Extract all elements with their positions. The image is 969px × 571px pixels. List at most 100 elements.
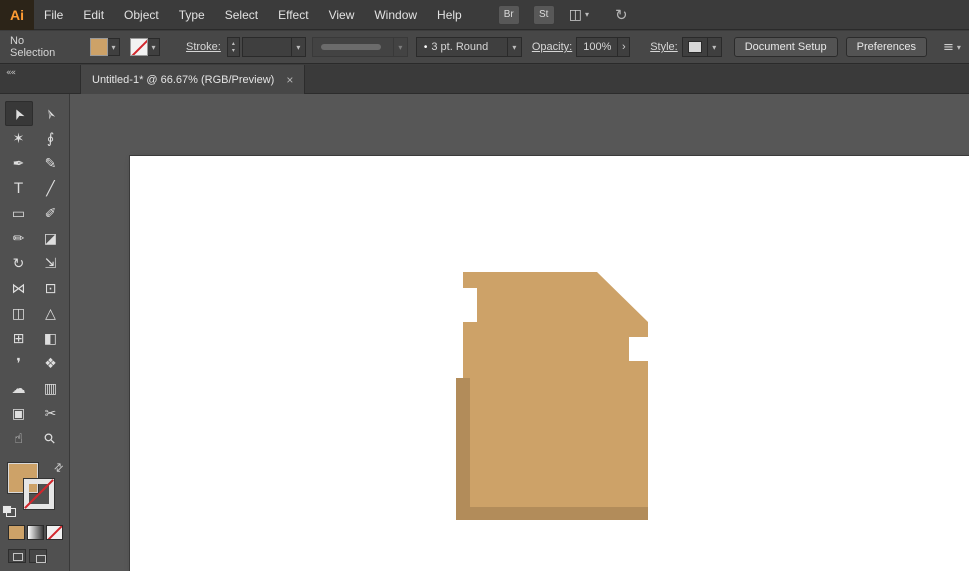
tab-close-icon[interactable]: × bbox=[286, 73, 293, 87]
width-tool[interactable]: ⋈ bbox=[5, 276, 33, 301]
main-menu: File Edit Object Type Select Effect View… bbox=[34, 0, 472, 29]
line-segment-tool[interactable]: ╱ bbox=[37, 176, 65, 201]
chevron-down-icon: ▾ bbox=[512, 42, 517, 52]
stroke-proxy-swatch[interactable] bbox=[24, 479, 54, 509]
selection-tool[interactable]: ➤ bbox=[4, 101, 33, 126]
style-label[interactable]: Style: bbox=[650, 41, 678, 53]
opacity-dropdown[interactable]: › bbox=[617, 38, 629, 56]
menu-edit[interactable]: Edit bbox=[73, 0, 114, 29]
sync-settings-icon[interactable]: ↻ bbox=[615, 6, 628, 24]
stroke-weight-dropdown[interactable]: ▾ bbox=[290, 38, 305, 56]
style-swatch bbox=[687, 41, 702, 53]
shape-builder-tool[interactable]: ◫ bbox=[5, 301, 33, 326]
stroke-dropdown-button[interactable]: ▾ bbox=[148, 38, 160, 56]
mesh-tool[interactable]: ⊞ bbox=[5, 326, 33, 351]
stock-button[interactable]: St bbox=[532, 4, 555, 25]
stroke-swatch-none[interactable] bbox=[130, 38, 148, 56]
draw-behind-button[interactable] bbox=[29, 549, 47, 563]
artboard-tool[interactable]: ▣ bbox=[5, 401, 33, 426]
direct-selection-tool[interactable]: ➢ bbox=[37, 101, 65, 126]
gradient-tool-icon: ◧ bbox=[43, 330, 58, 347]
opacity-value: 100% bbox=[583, 41, 612, 53]
magic-wand-tool[interactable]: ✶ bbox=[5, 126, 33, 151]
chevron-right-icon: › bbox=[621, 41, 626, 53]
menu-view[interactable]: View bbox=[319, 0, 365, 29]
column-graph-tool-icon: ▥ bbox=[43, 380, 58, 397]
opacity-combo[interactable]: 100% › bbox=[576, 37, 631, 57]
gradient-tool[interactable]: ◧ bbox=[37, 326, 65, 351]
perspective-grid-tool[interactable]: △ bbox=[37, 301, 65, 326]
artboard-tool-icon: ▣ bbox=[11, 405, 26, 422]
pencil-tool[interactable]: ✏ bbox=[5, 226, 33, 251]
stroke-label[interactable]: Stroke: bbox=[186, 41, 221, 53]
hand-tool[interactable]: ☝ bbox=[5, 426, 33, 451]
swap-fill-stroke-button[interactable]: ⇄ bbox=[51, 460, 67, 476]
blend-tool-icon: ❖ bbox=[44, 355, 57, 372]
color-button[interactable] bbox=[8, 525, 25, 540]
free-transform-tool[interactable]: ⊡ bbox=[37, 276, 65, 301]
menu-select[interactable]: Select bbox=[215, 0, 268, 29]
rectangle-tool[interactable]: ▭ bbox=[5, 201, 33, 226]
menu-object[interactable]: Object bbox=[114, 0, 169, 29]
stroke-weight-stepper[interactable]: ▴ ▾ bbox=[226, 37, 240, 57]
rotate-tool[interactable]: ↻ bbox=[5, 251, 33, 276]
type-tool[interactable]: T bbox=[5, 176, 33, 201]
style-dropdown[interactable]: ▾ bbox=[706, 38, 721, 56]
eraser-tool[interactable]: ◪ bbox=[37, 226, 65, 251]
gradient-button[interactable] bbox=[27, 525, 44, 540]
fill-color-control[interactable]: ▾ bbox=[90, 38, 120, 56]
chevron-down-icon: ▾ bbox=[111, 42, 116, 52]
blend-tool[interactable]: ❖ bbox=[37, 351, 65, 376]
artboard[interactable] bbox=[130, 156, 969, 571]
menu-file[interactable]: File bbox=[34, 0, 73, 29]
slice-tool-icon: ✂ bbox=[44, 405, 57, 422]
brush-dropdown[interactable]: ▾ bbox=[506, 38, 521, 56]
fill-dropdown-button[interactable]: ▾ bbox=[108, 38, 120, 56]
sd-card-body-shape[interactable] bbox=[463, 272, 648, 507]
eyedropper-tool[interactable]: ❜ bbox=[5, 351, 33, 376]
draw-normal-button[interactable] bbox=[8, 549, 26, 563]
zoom-tool[interactable]: ⚲ bbox=[37, 426, 65, 451]
rotate-tool-icon: ↻ bbox=[12, 255, 25, 272]
stroke-weight-combo[interactable]: ▾ bbox=[241, 37, 306, 57]
none-button[interactable] bbox=[46, 525, 63, 540]
line-segment-tool-icon: ╱ bbox=[46, 180, 55, 197]
menu-effect[interactable]: Effect bbox=[268, 0, 318, 29]
stroke-color-control[interactable]: ▾ bbox=[130, 38, 160, 56]
collapse-panel-button[interactable]: «« bbox=[6, 68, 16, 78]
tools-panel: ➤ ➢ ✶ ∮ ✒ ✎ T ╱ ▭ ✐ ✏ ◪ ↻ ⇲ ⋈ ⊡ ◫ △ ⊞ ◧ … bbox=[0, 94, 70, 571]
menu-window[interactable]: Window bbox=[364, 0, 427, 29]
paintbrush-tool-icon: ✐ bbox=[44, 205, 57, 222]
sd-card-artwork[interactable] bbox=[130, 156, 969, 571]
brush-definition-combo[interactable]: • 3 pt. Round ▾ bbox=[415, 37, 522, 57]
workspace-switcher[interactable]: ◫ ▾ bbox=[569, 7, 589, 23]
bridge-button[interactable]: Br bbox=[497, 4, 520, 25]
document-setup-button[interactable]: Document Setup bbox=[733, 37, 838, 57]
options-menu-icon: ≡ bbox=[942, 39, 954, 55]
pen-tool[interactable]: ✒ bbox=[5, 151, 33, 176]
stepper-up-icon[interactable]: ▴ bbox=[232, 40, 235, 47]
direct-selection-tool-icon: ➢ bbox=[40, 104, 61, 123]
document-tab[interactable]: Untitled-1* @ 66.67% (RGB/Preview) × bbox=[80, 65, 306, 94]
menu-help[interactable]: Help bbox=[427, 0, 472, 29]
curvature-tool[interactable]: ✎ bbox=[37, 151, 65, 176]
default-fill-stroke-button[interactable] bbox=[2, 505, 16, 517]
menu-type[interactable]: Type bbox=[169, 0, 215, 29]
stepper-down-icon[interactable]: ▾ bbox=[232, 47, 235, 54]
scale-tool[interactable]: ⇲ bbox=[37, 251, 65, 276]
graphic-style-combo[interactable]: ▾ bbox=[681, 37, 722, 57]
control-bar-menu[interactable]: ≡ ▾ bbox=[943, 40, 961, 55]
column-graph-tool[interactable]: ▥ bbox=[37, 376, 65, 401]
lasso-tool[interactable]: ∮ bbox=[37, 126, 65, 151]
tab-title: Untitled-1* @ 66.67% (RGB/Preview) bbox=[92, 73, 275, 86]
opacity-label[interactable]: Opacity: bbox=[532, 41, 572, 53]
symbol-sprayer-tool[interactable]: ☁ bbox=[5, 376, 33, 401]
paintbrush-tool[interactable]: ✐ bbox=[37, 201, 65, 226]
slice-tool[interactable]: ✂ bbox=[37, 401, 65, 426]
brush-name: 3 pt. Round bbox=[431, 41, 489, 53]
fill-swatch[interactable] bbox=[90, 38, 108, 56]
preferences-button[interactable]: Preferences bbox=[845, 37, 927, 57]
pasteboard[interactable] bbox=[70, 94, 969, 571]
width-profile-preview bbox=[320, 44, 381, 50]
eraser-tool-icon: ◪ bbox=[43, 230, 58, 247]
